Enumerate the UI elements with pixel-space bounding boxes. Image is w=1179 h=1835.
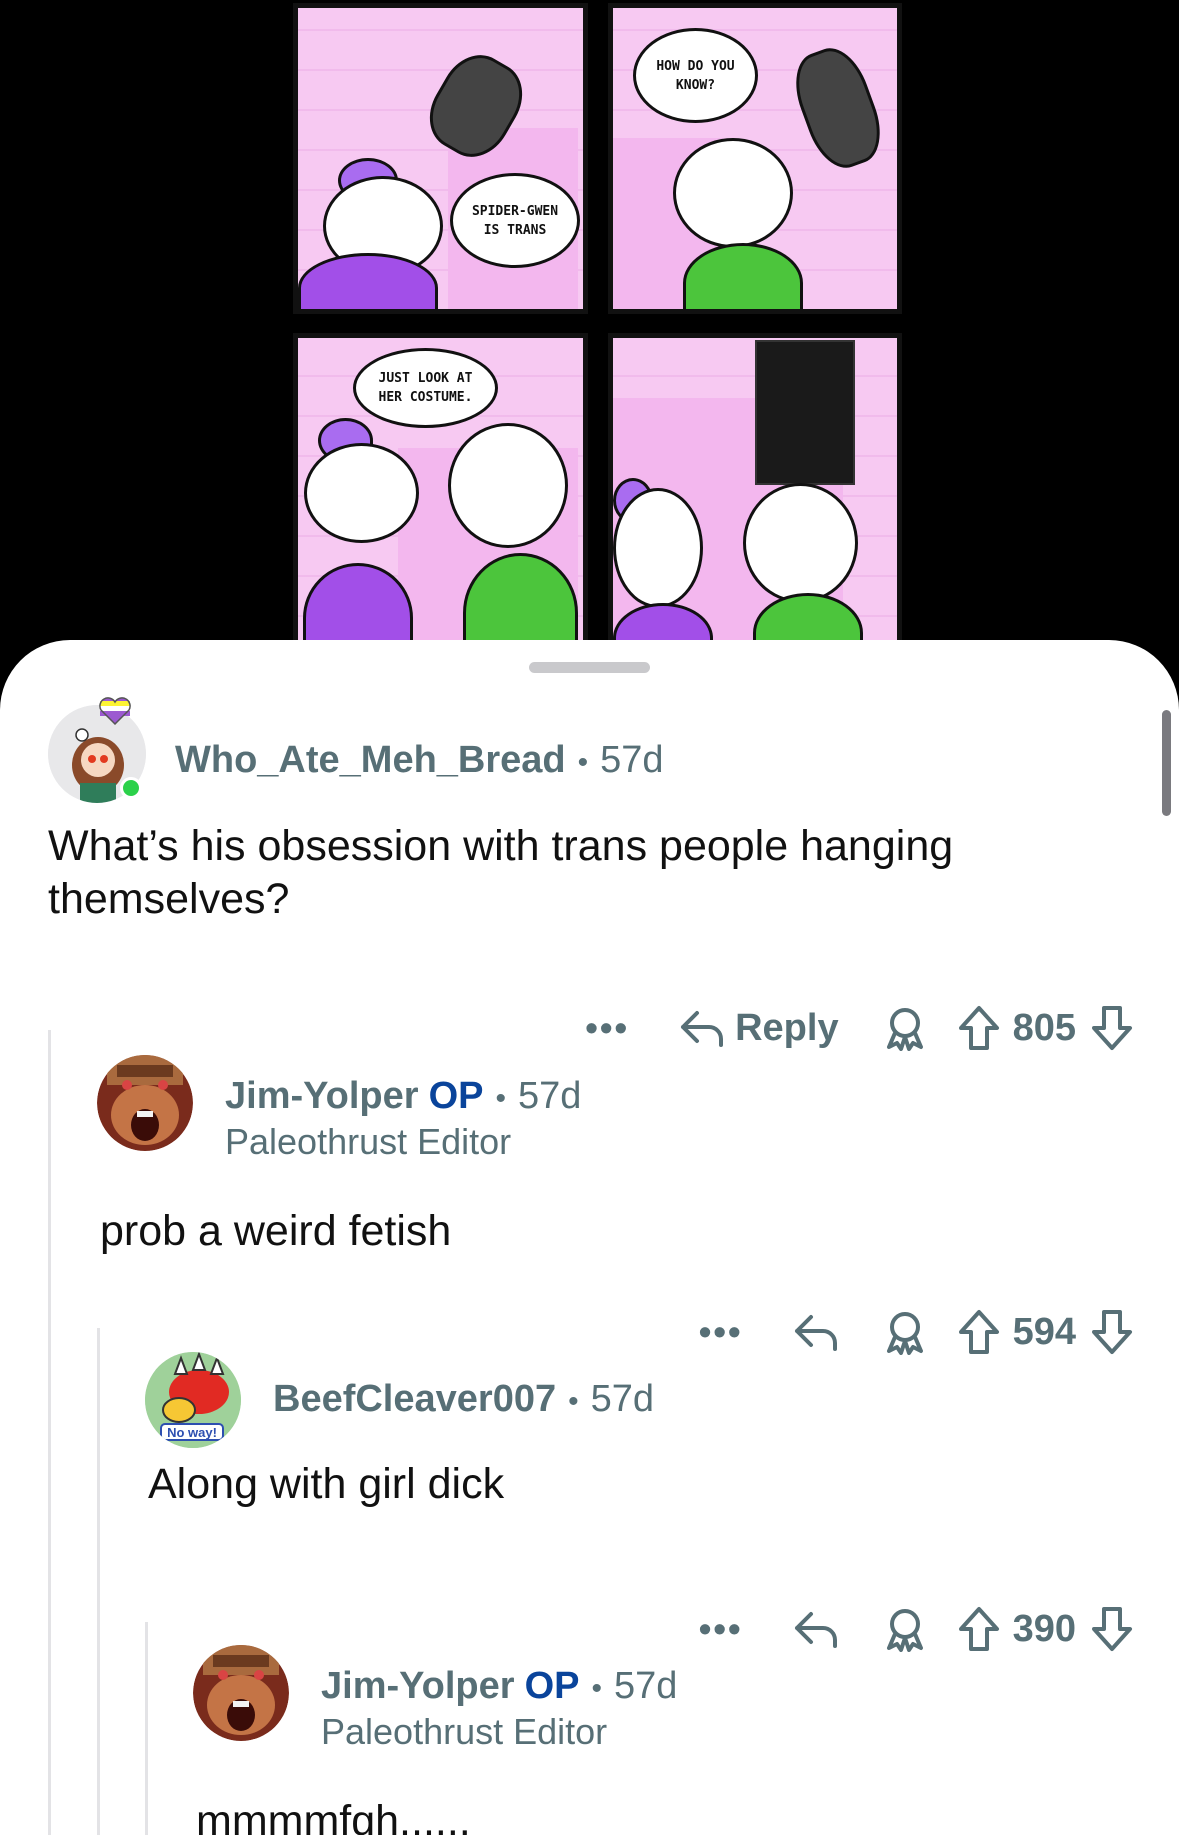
avatar-caption: No way! xyxy=(167,1425,217,1440)
reply-arrow-icon xyxy=(679,1007,725,1049)
award-icon xyxy=(883,1309,927,1355)
comment-actions: ••• 390 xyxy=(663,1599,1134,1659)
comment-body: What’s his obsession with trans people h… xyxy=(48,822,954,923)
separator-dot: • xyxy=(568,1385,579,1418)
downvote-arrow-icon[interactable] xyxy=(1090,1004,1134,1052)
upvote-arrow-icon[interactable] xyxy=(957,1605,1001,1653)
comic-panel-1: SPIDER-GWEN IS TRANS xyxy=(293,3,588,314)
reply-arrow-icon xyxy=(793,1311,839,1353)
award-button[interactable] xyxy=(883,1309,927,1355)
comment-meta: BeefCleaver007 • 57d xyxy=(273,1378,654,1421)
comment-age: 57d xyxy=(517,1075,582,1117)
more-options-button[interactable]: ••• xyxy=(699,1608,743,1650)
online-status-dot xyxy=(120,777,142,799)
comment-body: prob a weird fetish xyxy=(100,1207,452,1255)
vote-controls: 390 xyxy=(957,1605,1134,1653)
comic-panel-4 xyxy=(608,333,902,660)
vote-score: 390 xyxy=(1012,1607,1076,1650)
sheet-grabber-handle[interactable] xyxy=(529,662,650,673)
downvote-arrow-icon[interactable] xyxy=(1090,1605,1134,1653)
avatar[interactable] xyxy=(97,1055,193,1151)
comment-age: 57d xyxy=(590,1378,655,1420)
comment-actions: ••• 594 xyxy=(663,1302,1134,1362)
user-flair: Paleothrust Editor xyxy=(225,1121,512,1162)
speech-bubble-2: HOW DO YOU KNOW? xyxy=(633,28,758,123)
username[interactable]: Who_Ate_Meh_Bread xyxy=(175,739,566,782)
comment-actions: ••• Reply 805 xyxy=(549,998,1134,1058)
vote-score: 594 xyxy=(1012,1310,1076,1353)
reply-label: Reply xyxy=(735,1006,839,1049)
flair-heart-icon xyxy=(98,697,132,726)
comment-age: 57d xyxy=(600,739,664,781)
vote-controls: 594 xyxy=(957,1308,1134,1356)
comment-body: mmmmfgh.,..., xyxy=(196,1797,471,1835)
speech-bubble-1: SPIDER-GWEN IS TRANS xyxy=(450,173,580,268)
award-icon xyxy=(883,1005,927,1051)
upvote-arrow-icon[interactable] xyxy=(957,1004,1001,1052)
avatar[interactable] xyxy=(193,1645,289,1741)
reply-button[interactable] xyxy=(793,1311,839,1353)
downvote-arrow-icon[interactable] xyxy=(1090,1308,1134,1356)
username[interactable]: BeefCleaver007 xyxy=(273,1378,556,1421)
username[interactable]: Jim-Yolper xyxy=(321,1665,515,1708)
reply-button[interactable]: Reply xyxy=(679,1006,839,1050)
reply-arrow-icon xyxy=(793,1608,839,1650)
avatar[interactable]: No way! xyxy=(145,1352,241,1448)
more-options-button[interactable]: ••• xyxy=(585,1007,629,1049)
screen: SPIDER-GWEN IS TRANS HOW DO YOU KNOW? JU… xyxy=(0,0,1179,1835)
more-options-button[interactable]: ••• xyxy=(699,1311,743,1353)
separator-dot: • xyxy=(591,1672,602,1705)
upvote-arrow-icon[interactable] xyxy=(957,1308,1001,1356)
op-badge: OP xyxy=(428,1075,484,1117)
comment-body: Along with girl dick xyxy=(148,1460,505,1508)
post-image-comic[interactable]: SPIDER-GWEN IS TRANS HOW DO YOU KNOW? JU… xyxy=(0,0,1179,660)
award-button[interactable] xyxy=(883,1005,927,1051)
embedded-tweet-screenshot xyxy=(755,340,855,485)
more-dots-icon: ••• xyxy=(698,1608,743,1649)
reply-button[interactable] xyxy=(793,1608,839,1650)
comment-age: 57d xyxy=(613,1665,678,1707)
thread-line-3[interactable] xyxy=(145,1622,148,1835)
more-dots-icon: ••• xyxy=(698,1311,743,1352)
vote-score: 805 xyxy=(1012,1006,1076,1049)
comic-panel-3: JUST LOOK AT HER COSTUME. xyxy=(293,333,588,660)
award-icon xyxy=(883,1606,927,1652)
award-button[interactable] xyxy=(883,1606,927,1652)
thread-line-2[interactable] xyxy=(97,1328,100,1835)
comments-sheet: Who_Ate_Meh_Bread • 57d What’s his obses… xyxy=(0,640,1179,1835)
op-badge: OP xyxy=(524,1665,580,1707)
separator-dot: • xyxy=(495,1082,506,1115)
comment-meta: Who_Ate_Meh_Bread • 57d xyxy=(175,739,664,782)
speech-bubble-3: JUST LOOK AT HER COSTUME. xyxy=(353,348,498,428)
more-dots-icon: ••• xyxy=(585,1007,630,1048)
scrollbar[interactable] xyxy=(1162,710,1171,816)
vote-controls: 805 xyxy=(957,1004,1134,1052)
comic-panel-2: HOW DO YOU KNOW? xyxy=(608,3,902,314)
comment-meta: Jim-Yolper OP • 57d xyxy=(321,1665,677,1708)
thread-line-1[interactable] xyxy=(48,1030,51,1835)
user-flair: Paleothrust Editor xyxy=(321,1711,608,1752)
username[interactable]: Jim-Yolper xyxy=(225,1075,419,1118)
comment-meta: Jim-Yolper OP • 57d xyxy=(225,1075,581,1118)
separator-dot: • xyxy=(577,746,589,779)
